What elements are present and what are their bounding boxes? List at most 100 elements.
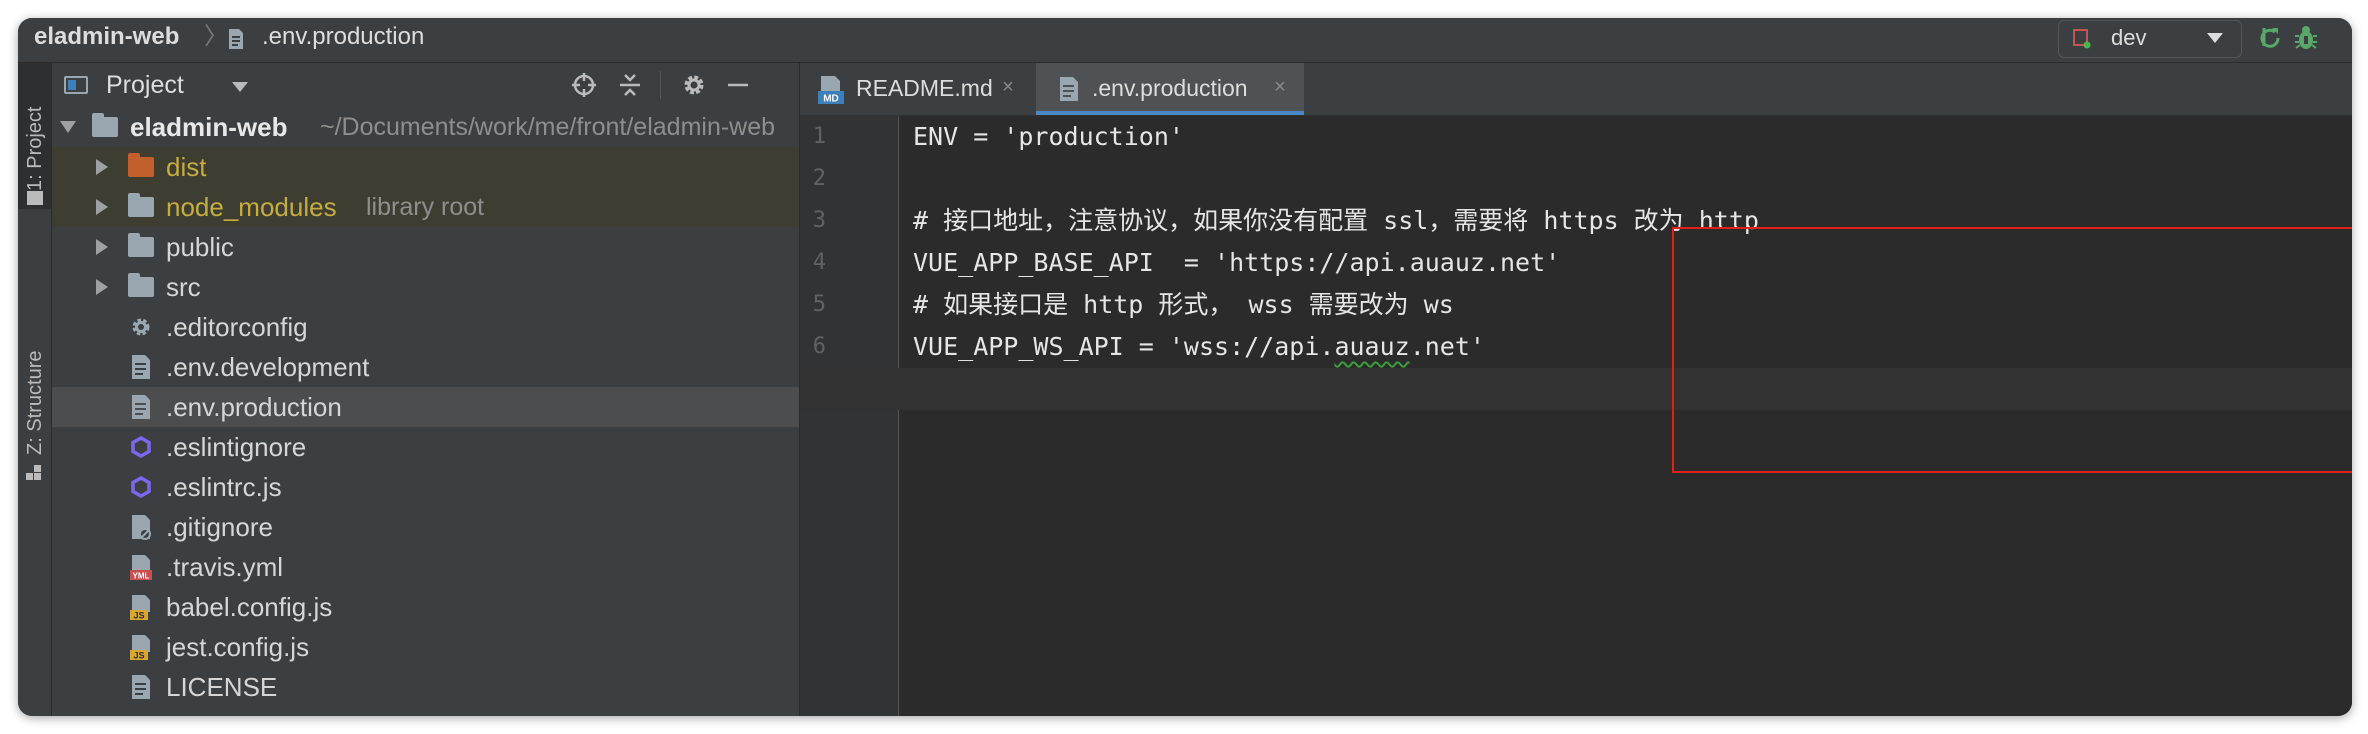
js-file-icon: JS bbox=[130, 635, 150, 661]
tree-item-label: node_modules bbox=[166, 192, 337, 222]
close-icon[interactable]: × bbox=[1000, 77, 1016, 97]
tree-item-editorconfig[interactable]: .editorconfig bbox=[52, 307, 799, 347]
line-number: 4 bbox=[812, 250, 826, 275]
svg-text:JS: JS bbox=[133, 651, 144, 661]
tree-item-node-modules[interactable]: node_modules library root bbox=[52, 187, 799, 227]
run-config-icon bbox=[2073, 29, 2091, 49]
tree-item-public[interactable]: public bbox=[52, 227, 799, 267]
annotation-highlight-box bbox=[1672, 227, 2352, 473]
tree-item-travis[interactable]: YML .travis.yml bbox=[52, 547, 799, 587]
tool-window-strip: 1: Project Z: Structure bbox=[18, 63, 52, 716]
line-number: 6 bbox=[812, 334, 826, 359]
tab-label: .env.production bbox=[1092, 75, 1248, 101]
project-tool-tab[interactable]: 1: Project bbox=[18, 63, 51, 209]
tab-readme[interactable]: MD README.md × bbox=[800, 63, 1034, 115]
ide-window: eladmin-web 〉 .env.production dev 1: Pro… bbox=[18, 18, 2352, 716]
tree-item-label: babel.config.js bbox=[166, 592, 333, 622]
code-line-6[interactable]: VUE_APP_WS_API = 'wss://api.auauz.net' bbox=[913, 326, 1485, 368]
minimize-icon bbox=[728, 83, 748, 87]
text-file-icon bbox=[132, 395, 150, 419]
structure-tool-tab[interactable]: Z: Structure bbox=[18, 221, 51, 483]
code-line-3[interactable]: # 接口地址，注意协议，如果你没有配置 ssl，需要将 https 改为 htt… bbox=[913, 200, 1759, 242]
tree-item-gitignore[interactable]: .gitignore bbox=[52, 507, 799, 547]
code-text: .net' bbox=[1409, 332, 1485, 361]
chevron-right-icon[interactable] bbox=[96, 239, 108, 255]
chevron-down-icon bbox=[2207, 33, 2223, 43]
debug-button[interactable] bbox=[2288, 20, 2324, 56]
tree-item-label: dist bbox=[166, 152, 207, 182]
settings-button[interactable] bbox=[676, 67, 712, 103]
tab-label: README.md bbox=[856, 75, 993, 101]
eslint-icon bbox=[131, 475, 151, 499]
tree-item-label: .eslintignore bbox=[166, 432, 307, 462]
ignore-file-icon bbox=[132, 515, 151, 540]
library-root-hint: library root bbox=[366, 193, 485, 221]
code-line-1[interactable]: ENV = 'production' bbox=[913, 116, 1184, 158]
chevron-right-icon[interactable] bbox=[96, 199, 108, 215]
tree-item-jest-config[interactable]: JS jest.config.js bbox=[52, 627, 799, 667]
text-file-icon bbox=[132, 675, 150, 699]
tree-item-label: .editorconfig bbox=[166, 312, 308, 342]
chevron-right-icon[interactable] bbox=[96, 159, 108, 175]
file-icon bbox=[229, 29, 243, 49]
tree-item-label: jest.config.js bbox=[166, 632, 310, 662]
chevron-down-icon[interactable] bbox=[60, 121, 76, 133]
gear-icon bbox=[132, 318, 150, 336]
breadcrumb-file[interactable]: .env.production bbox=[262, 20, 424, 54]
editor-tabs: MD README.md × .env.production × bbox=[800, 63, 2352, 116]
locate-file-button[interactable] bbox=[566, 67, 602, 103]
yml-file-icon: YML bbox=[130, 555, 152, 581]
tree-item-env-production[interactable]: .env.production bbox=[52, 387, 799, 427]
spelling-warning[interactable]: auauz bbox=[1334, 332, 1409, 361]
line-number: 5 bbox=[812, 292, 826, 317]
tree-item-label: src bbox=[166, 272, 201, 302]
line-number: 3 bbox=[812, 208, 826, 233]
tree-item-eslintrc[interactable]: .eslintrc.js bbox=[52, 467, 799, 507]
project-tree: eladmin-web ~/Documents/work/me/front/el… bbox=[52, 107, 799, 716]
code-line-5[interactable]: # 如果接口是 http 形式， wss 需要改为 ws bbox=[913, 284, 1454, 326]
project-panel: Project eladmin-web ~/Documents/work/me/… bbox=[52, 63, 800, 716]
hide-panel-button[interactable] bbox=[720, 67, 756, 103]
tree-item-label: .eslintrc.js bbox=[166, 472, 282, 502]
tree-item-label: public bbox=[166, 232, 234, 262]
tree-root[interactable]: eladmin-web ~/Documents/work/me/front/el… bbox=[52, 107, 799, 147]
tree-item-dist[interactable]: dist bbox=[52, 147, 799, 187]
folder-icon bbox=[128, 273, 154, 297]
tree-item-license[interactable]: LICENSE bbox=[52, 667, 799, 707]
crosshair-icon bbox=[572, 73, 596, 97]
code-line-4[interactable]: VUE_APP_BASE_API = 'https://api.auauz.ne… bbox=[913, 242, 1560, 284]
collapse-all-button[interactable] bbox=[612, 67, 648, 103]
structure-tab-label: Z: Structure bbox=[24, 350, 46, 455]
line-number: 2 bbox=[812, 166, 826, 191]
chevron-down-icon[interactable] bbox=[232, 82, 248, 92]
breadcrumb-project[interactable]: eladmin-web bbox=[34, 20, 179, 64]
text-file-icon bbox=[132, 355, 150, 379]
gear-icon bbox=[684, 75, 704, 95]
tree-item-label: .gitignore bbox=[166, 512, 273, 542]
folder-icon bbox=[128, 233, 154, 257]
project-panel-title[interactable]: Project bbox=[106, 63, 184, 107]
tree-item-src[interactable]: src bbox=[52, 267, 799, 307]
svg-text:MD: MD bbox=[823, 94, 839, 105]
header-divider bbox=[660, 71, 661, 99]
tree-item-eslintignore[interactable]: .eslintignore bbox=[52, 427, 799, 467]
tab-env-production[interactable]: .env.production × bbox=[1036, 63, 1304, 115]
project-panel-header: Project bbox=[52, 63, 799, 107]
code-text: VUE_APP_WS_API = 'wss://api. bbox=[913, 332, 1335, 361]
line-number: 1 bbox=[812, 124, 826, 149]
folder-icon bbox=[128, 193, 154, 217]
tree-item-babel-config[interactable]: JS babel.config.js bbox=[52, 587, 799, 627]
markdown-file-icon: MD bbox=[818, 76, 844, 105]
editor: MD README.md × .env.production × 1 2 3 4… bbox=[800, 63, 2352, 716]
project-view-icon bbox=[64, 76, 88, 94]
rerun-button[interactable] bbox=[2252, 20, 2288, 56]
tree-item-label: .env.development bbox=[166, 352, 370, 382]
tree-item-env-development[interactable]: .env.development bbox=[52, 347, 799, 387]
run-config-label: dev bbox=[2111, 25, 2147, 50]
chevron-right-icon[interactable] bbox=[96, 279, 108, 295]
close-icon[interactable]: × bbox=[1272, 77, 1288, 97]
run-configuration-selector[interactable]: dev bbox=[2058, 20, 2242, 58]
line-number-gutter: 1 2 3 4 5 6 7 bbox=[800, 116, 899, 716]
rerun-icon bbox=[2260, 28, 2280, 48]
svg-text:JS: JS bbox=[133, 611, 144, 621]
